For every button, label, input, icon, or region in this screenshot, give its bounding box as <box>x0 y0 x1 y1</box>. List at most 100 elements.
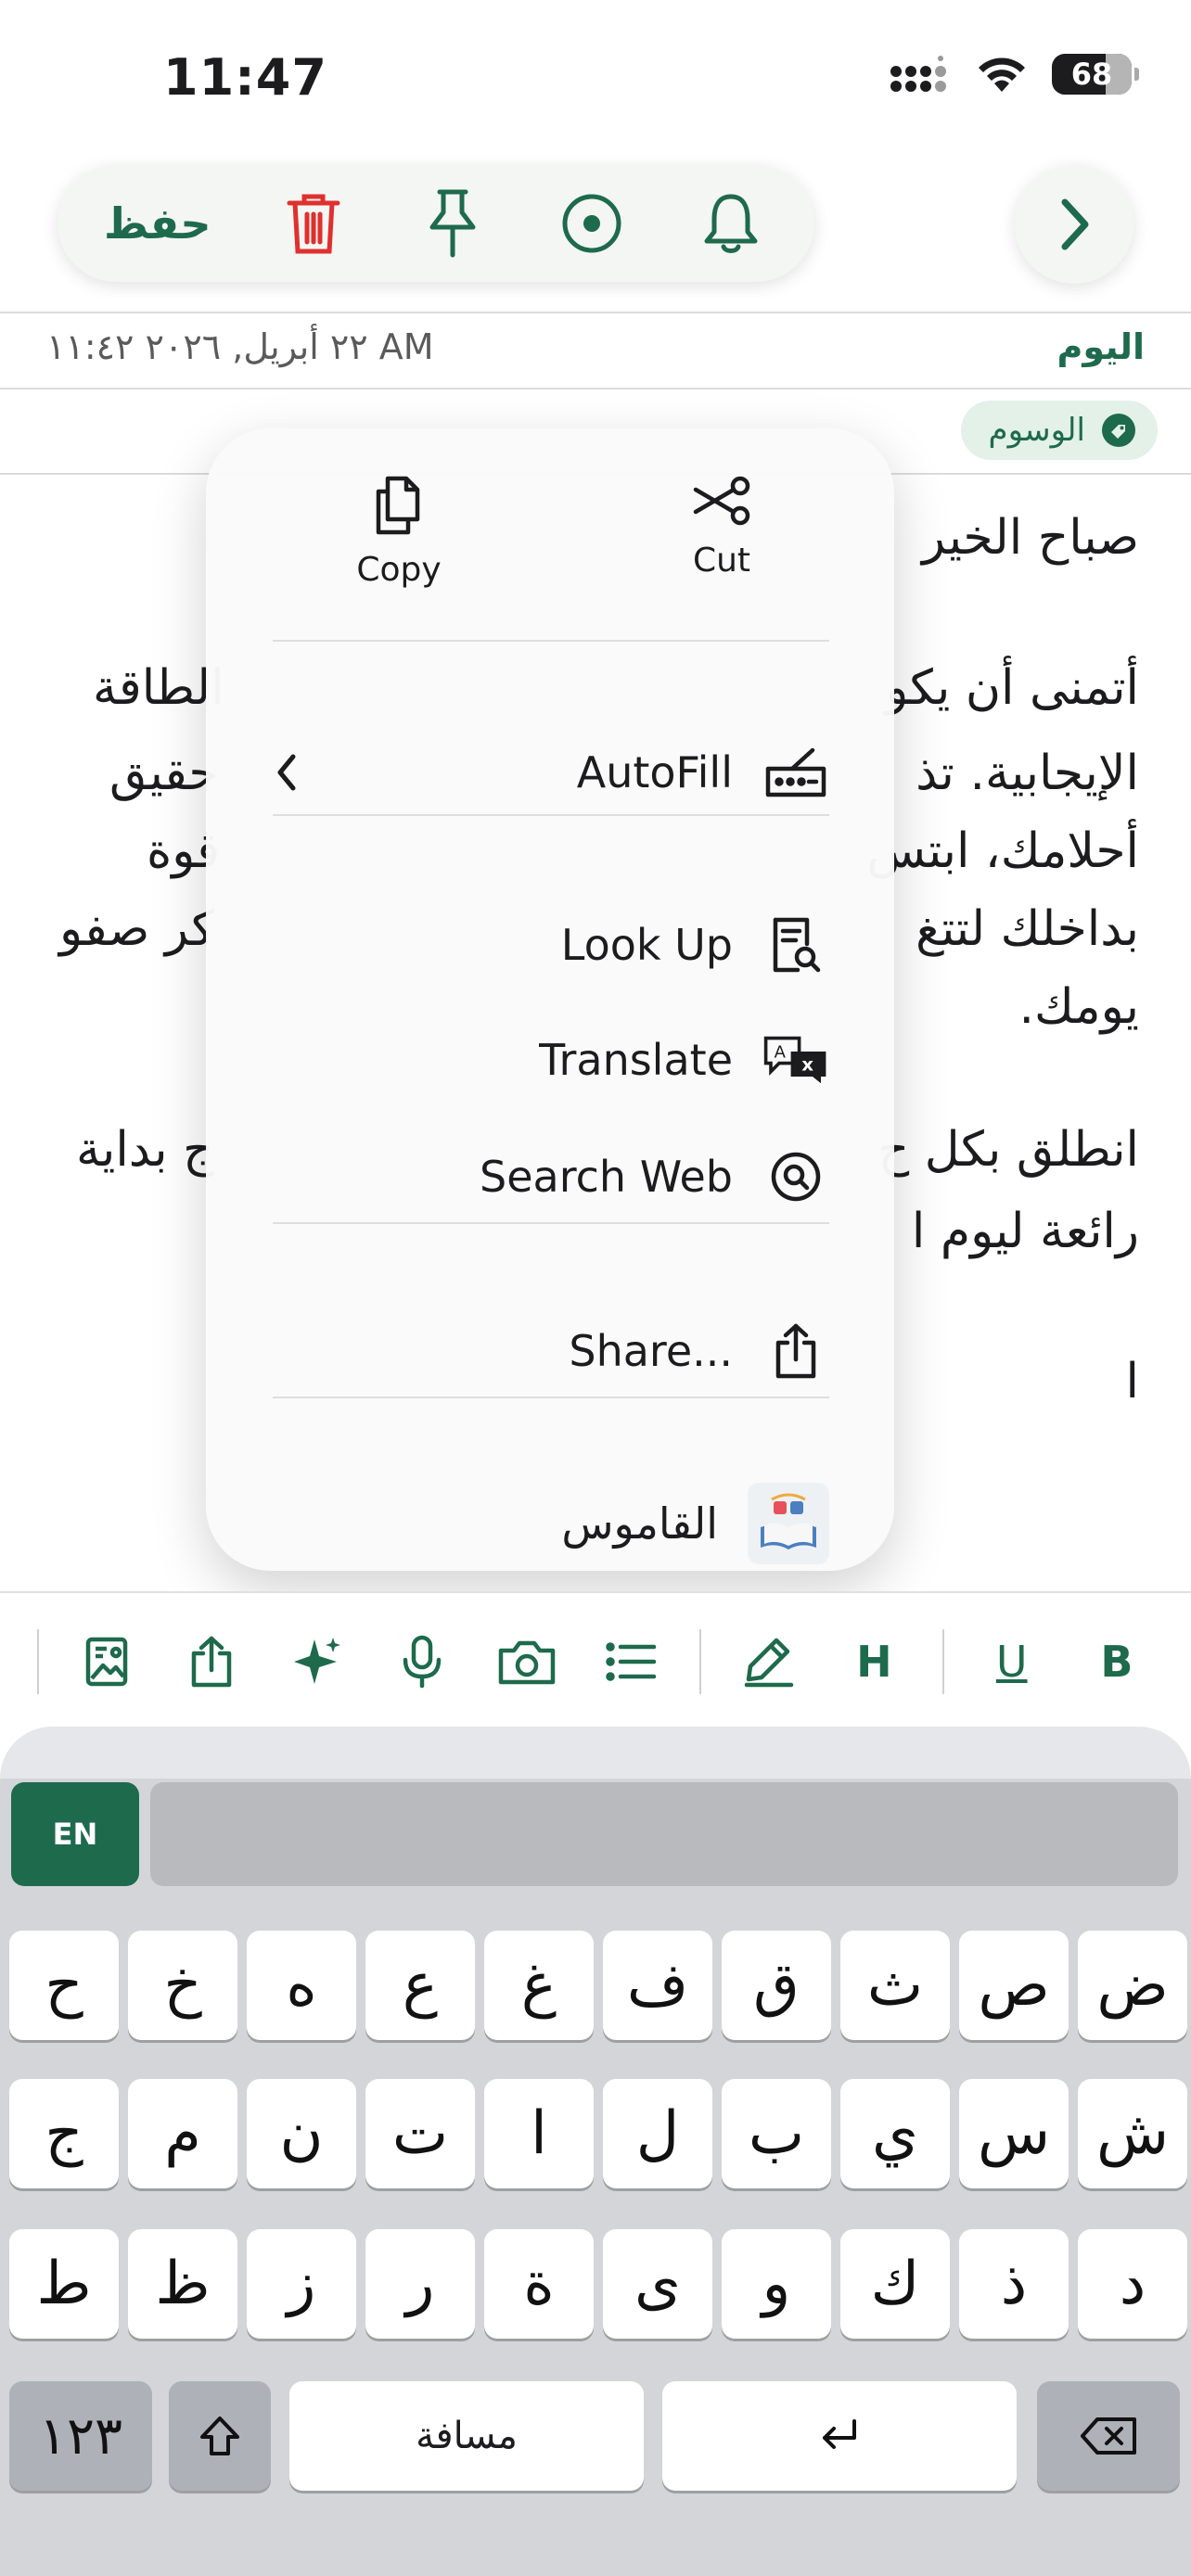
keyboard-key[interactable]: ز <box>247 2229 356 2339</box>
list-icon[interactable] <box>595 1625 669 1699</box>
note-line: بداخلك لتتغ <box>916 901 1139 957</box>
keyboard-key[interactable]: ي <box>840 2079 950 2188</box>
dictionary-label: القاموس <box>561 1498 718 1549</box>
language-switch-button[interactable]: EN <box>11 1782 139 1886</box>
keyboard-key[interactable]: ق <box>722 1931 831 2040</box>
keyboard-key[interactable]: ى <box>603 2229 712 2339</box>
save-button[interactable]: حفظ <box>104 198 211 249</box>
menu-item-dictionary[interactable]: القاموس <box>273 1482 829 1565</box>
note-line: ا <box>1125 1354 1139 1409</box>
keyboard-key[interactable]: ث <box>840 1931 950 2040</box>
search-web-label: Search Web <box>480 1152 733 1202</box>
divider <box>0 388 1191 389</box>
keyboard-key[interactable]: غ <box>484 1931 594 2040</box>
note-toolbar: حفظ <box>58 165 814 282</box>
look-up-icon <box>762 912 829 978</box>
return-icon <box>823 2419 856 2449</box>
underline-button[interactable]: U <box>975 1625 1049 1699</box>
tags-label: الوسوم <box>988 412 1085 449</box>
record-icon[interactable] <box>555 186 629 261</box>
next-button[interactable] <box>1015 165 1133 284</box>
keyboard-key[interactable]: س <box>959 2079 1069 2188</box>
keyboard-key[interactable]: ج <box>9 2079 119 2188</box>
note-date: ٢٢ أبريل, ٢٠٢٦ ١١:٤٢ AM <box>46 326 434 367</box>
keyboard-key[interactable]: ظ <box>128 2229 237 2339</box>
pin-icon[interactable] <box>416 186 490 261</box>
bold-button[interactable]: B <box>1080 1625 1154 1699</box>
menu-item-search-web[interactable]: Search Web <box>273 1135 829 1218</box>
divider <box>0 312 1191 313</box>
keyboard-key[interactable]: ة <box>484 2229 594 2339</box>
return-key[interactable] <box>662 2381 1017 2491</box>
keyboard-key[interactable]: ت <box>365 2079 475 2188</box>
context-menu: Copy Cut AutoFill Look Up Translate A x … <box>206 428 894 1571</box>
translate-label: Translate <box>539 1035 733 1085</box>
cut-button[interactable]: Cut <box>629 475 814 580</box>
shift-icon <box>200 2417 239 2455</box>
svg-text:A: A <box>775 1042 787 1062</box>
translate-icon: A x <box>762 1027 829 1093</box>
highlighter-icon[interactable] <box>732 1625 806 1699</box>
keyboard-key[interactable]: ف <box>603 1931 712 2040</box>
keyboard-key[interactable]: ك <box>840 2229 950 2339</box>
menu-item-look-up[interactable]: Look Up <box>273 903 829 987</box>
keyboard-key[interactable]: و <box>722 2229 831 2339</box>
keyboard-key[interactable]: ط <box>9 2229 119 2339</box>
note-line: ج بداية <box>76 1122 214 1178</box>
keyboard-key[interactable]: ر <box>365 2229 475 2339</box>
keyboard-key[interactable]: ض <box>1078 1931 1187 2040</box>
suggestion-bar[interactable] <box>150 1782 1178 1886</box>
copy-button[interactable]: Copy <box>306 475 492 589</box>
scissors-icon <box>693 476 750 526</box>
copy-icon <box>376 476 420 535</box>
note-line: الإيجابية. تذ <box>916 746 1139 801</box>
share-label: Share... <box>569 1326 733 1376</box>
image-insert-icon[interactable] <box>70 1625 144 1699</box>
keyboard-key[interactable]: د <box>1078 2229 1187 2339</box>
share-icon[interactable] <box>174 1625 249 1699</box>
menu-item-autofill[interactable]: AutoFill <box>273 731 829 814</box>
keyboard-key[interactable]: ن <box>247 2079 356 2188</box>
menu-item-share[interactable]: Share... <box>273 1309 829 1393</box>
keyboard-key[interactable]: ب <box>722 2079 831 2188</box>
keyboard-key[interactable]: ع <box>365 1931 475 2040</box>
menu-item-translate[interactable]: Translate A x <box>273 1018 829 1102</box>
keyboard-key[interactable]: خ <box>128 1931 237 2040</box>
keyboard-key[interactable]: ش <box>1078 2079 1187 2188</box>
note-line: الطاقة <box>93 660 224 716</box>
divider <box>699 1629 702 1694</box>
autofill-label: AutoFill <box>576 747 733 797</box>
space-key[interactable]: مسافة <box>289 2381 644 2491</box>
camera-icon[interactable] <box>490 1625 564 1699</box>
bell-icon[interactable] <box>694 186 768 261</box>
microphone-icon[interactable] <box>385 1625 459 1699</box>
autofill-icon <box>762 739 829 806</box>
wifi-icon <box>979 57 1025 92</box>
chevron-left-icon <box>277 754 296 791</box>
divider <box>37 1629 39 1694</box>
status-icons: 68 <box>890 54 1139 95</box>
note-line: أتمنى أن يكو <box>885 660 1139 716</box>
keyboard-key[interactable]: م <box>128 2079 237 2188</box>
note-line: حقيق <box>109 746 219 801</box>
cut-label: Cut <box>692 542 751 580</box>
note-line: يومك. <box>1018 979 1139 1035</box>
today-label[interactable]: اليوم <box>1057 326 1145 367</box>
note-line: صباح الخير <box>921 510 1139 566</box>
keyboard-key[interactable]: ه <box>247 1931 356 2040</box>
delete-key[interactable] <box>1037 2381 1180 2491</box>
chevron-right-icon <box>1061 198 1089 250</box>
numbers-key[interactable]: ١٢٣ <box>9 2381 152 2491</box>
keyboard-key[interactable]: ل <box>603 2079 712 2188</box>
keyboard-key[interactable]: ذ <box>959 2229 1069 2339</box>
tags-chip[interactable]: الوسوم <box>960 401 1158 460</box>
sparkle-ai-icon[interactable] <box>279 1625 353 1699</box>
keyboard-key[interactable]: ح <box>9 1931 119 2040</box>
keyboard-key[interactable]: ا <box>484 2079 594 2188</box>
shift-key[interactable] <box>169 2381 271 2491</box>
keyboard-key[interactable]: ص <box>959 1931 1069 2040</box>
cellular-signal-icon <box>890 56 946 92</box>
search-web-icon <box>762 1143 829 1210</box>
heading-button[interactable]: H <box>837 1625 911 1699</box>
trash-icon[interactable] <box>276 186 351 261</box>
